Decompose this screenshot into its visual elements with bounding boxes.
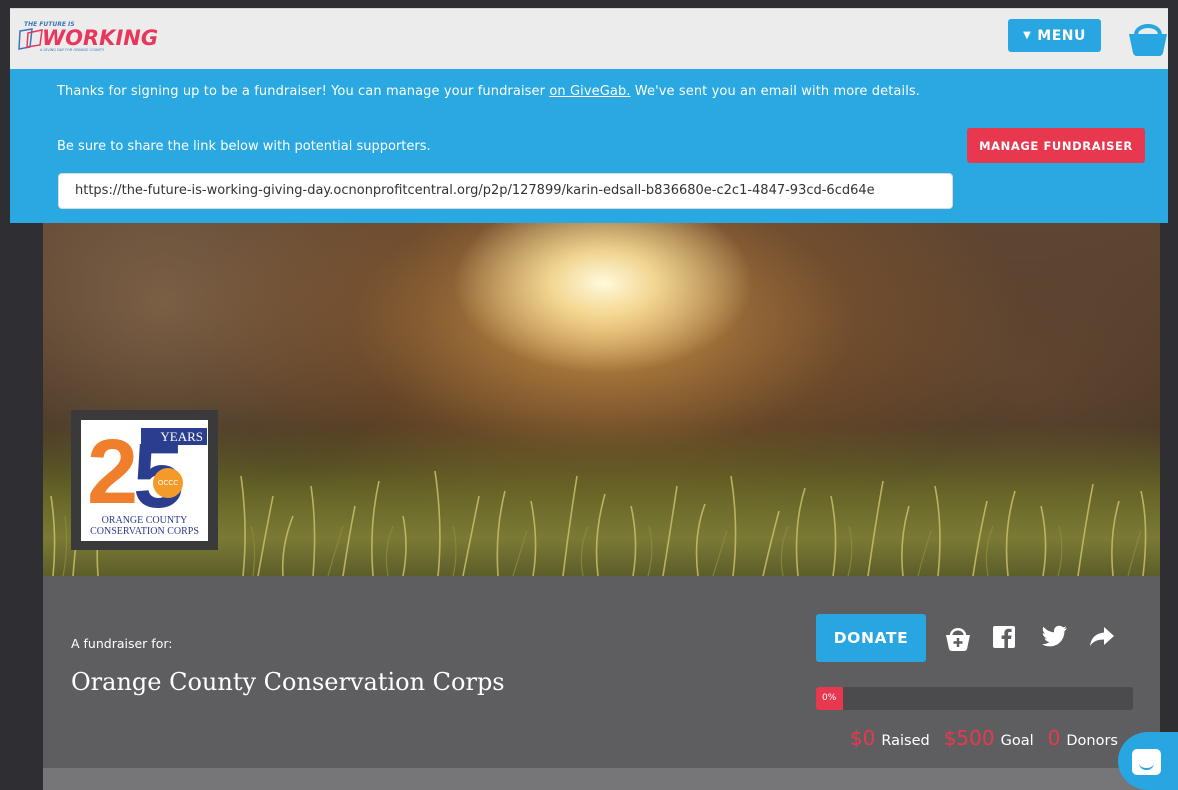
logo-number-two: 2 [87, 421, 139, 523]
logo-org-name-line1: ORANGE COUNTY [101, 515, 188, 526]
logo-tagline: A GIVING DAY FOR ORANGE COUNTY [40, 48, 105, 52]
hero-image: 2 5 YEARS OCCC ORANGE COUNTY CONSERVATIO… [43, 223, 1160, 576]
share-url-field[interactable]: https://the-future-is-working-giving-day… [58, 173, 953, 209]
top-nav: THE FUTURE IS WORKING A GIVING DAY FOR O… [10, 8, 1168, 69]
add-to-basket-icon[interactable] [945, 624, 971, 652]
logo-org-name-line2: CONSERVATION CORPS [90, 526, 199, 537]
banner-message-text: Thanks for signing up to be a fundraiser… [57, 84, 550, 99]
fundraiser-info: A fundraiser for: Orange County Conserva… [43, 576, 1160, 768]
raised-value: $0 [849, 726, 876, 750]
banner-message-tail: We've sent you an email with more detail… [630, 84, 921, 99]
facebook-icon[interactable] [993, 624, 1019, 652]
chat-launcher-button[interactable] [1118, 732, 1178, 790]
fundraiser-for-label: A fundraiser for: [71, 636, 173, 651]
menu-button[interactable]: ▼ MENU [1008, 19, 1101, 52]
caret-down-icon: ▼ [1023, 30, 1032, 41]
basket-icon[interactable] [1128, 19, 1168, 57]
givegab-link[interactable]: on GiveGab. [549, 84, 630, 99]
donors-label: Donors [1066, 733, 1118, 749]
progress-fill: 0% [816, 687, 843, 710]
chat-icon [1132, 749, 1161, 775]
organization-logo-image: 2 5 YEARS OCCC ORANGE COUNTY CONSERVATIO… [81, 420, 208, 541]
menu-label: MENU [1037, 27, 1086, 44]
share-arrow-icon[interactable] [1089, 624, 1115, 652]
twitter-icon[interactable] [1041, 624, 1067, 652]
logo-wordmark: WORKING [42, 26, 159, 50]
donate-button[interactable]: DONATE [816, 614, 926, 662]
donors-value: 0 [1047, 726, 1061, 750]
logo-years-label: YEARS [141, 428, 207, 445]
goal-value: $500 [943, 726, 995, 750]
goal-label: Goal [1000, 733, 1034, 749]
manage-fundraiser-button[interactable]: MANAGE FUNDRAISER [967, 128, 1145, 163]
raised-label: Raised [881, 733, 930, 749]
banner-message: Thanks for signing up to be a fundraiser… [57, 82, 937, 101]
content-strip [43, 768, 1160, 790]
fundraiser-stats: $0 Raised $500 Goal 0 Donors [850, 726, 1118, 750]
logo-org-name: ORANGE COUNTY CONSERVATION CORPS [81, 515, 208, 537]
logo-occc-badge: OCCC [153, 468, 183, 498]
site-logo[interactable]: THE FUTURE IS WORKING A GIVING DAY FOR O… [18, 21, 158, 55]
organization-name: Orange County Conservation Corps [71, 668, 505, 696]
share-prompt: Be sure to share the link below with pot… [57, 139, 431, 154]
organization-logo: 2 5 YEARS OCCC ORANGE COUNTY CONSERVATIO… [71, 410, 218, 550]
signup-success-banner: Thanks for signing up to be a fundraiser… [10, 69, 1168, 223]
progress-bar: 0% [816, 687, 1133, 710]
